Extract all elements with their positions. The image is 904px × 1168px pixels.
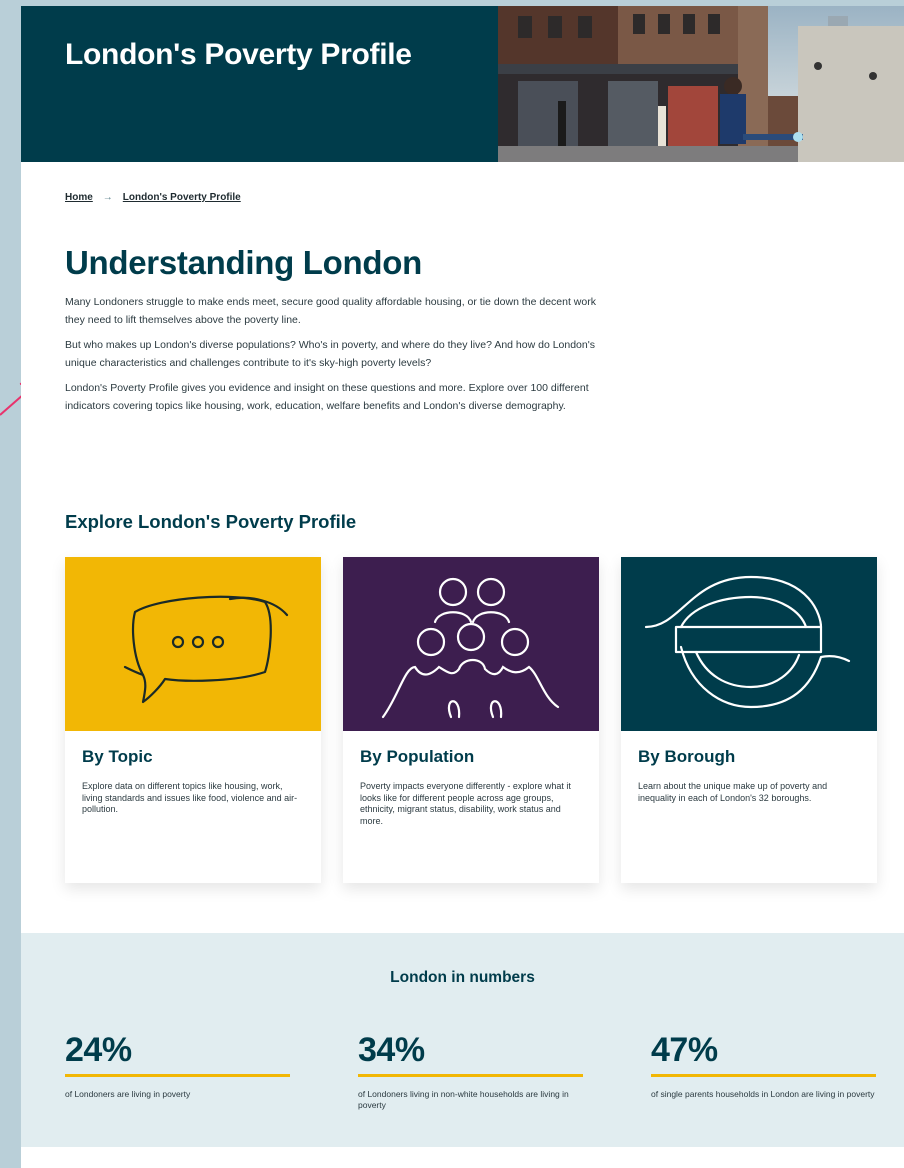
page: London's Poverty Profile Home → London's… (21, 6, 904, 1168)
stat-value: 24% (65, 1031, 132, 1069)
intro-paragraph: London's Poverty Profile gives you evide… (65, 382, 589, 412)
london-roundel-icon (644, 575, 851, 709)
breadcrumb-home-link[interactable]: Home (65, 192, 93, 203)
stat-value: 47% (651, 1031, 718, 1069)
card-by-population[interactable]: By Population Poverty impacts everyone d… (343, 557, 599, 883)
explore-section-title: Explore London's Poverty Profile (65, 511, 357, 532)
people-group-icon (381, 577, 560, 719)
card-image (621, 557, 877, 731)
stat-text: of single parents households in London a… (651, 1089, 875, 1099)
card-by-topic[interactable]: By Topic Explore data on different topic… (65, 557, 321, 883)
numbers-section: London in numbers 24% of Londoners are l… (21, 933, 904, 1147)
card-text: Poverty impacts everyone differently - e… (360, 781, 571, 826)
card-image (343, 557, 599, 731)
intro-text: Many Londoners struggle to make ends mee… (65, 294, 605, 423)
stat-text: of Londoners are living in poverty (65, 1089, 191, 1099)
stat-divider (65, 1074, 290, 1077)
stat-text: of Londoners living in non-white househo… (358, 1089, 569, 1110)
street-photo (498, 6, 904, 162)
stat-item: 34% of Londoners living in non-white hou… (358, 1031, 583, 1110)
breadcrumb-current-link[interactable]: London's Poverty Profile (123, 192, 241, 203)
intro-paragraph: But who makes up London's diverse popula… (65, 339, 595, 369)
stat-item: 47% of single parents households in Lond… (651, 1031, 876, 1100)
breadcrumb: Home → London's Poverty Profile (65, 192, 241, 203)
card-text: Explore data on different topics like ho… (82, 781, 298, 814)
arrow-right-icon: → (102, 192, 113, 203)
hero-title: London's Poverty Profile (65, 38, 412, 71)
card-title: By Topic (82, 747, 153, 766)
stat-item: 24% of Londoners are living in poverty (65, 1031, 290, 1100)
card-image (65, 557, 321, 731)
numbers-title: London in numbers (390, 969, 535, 986)
speech-bubble-icon (123, 595, 289, 704)
stat-divider (651, 1074, 876, 1077)
hero-banner: London's Poverty Profile (21, 6, 904, 162)
intro-paragraph: Many Londoners struggle to make ends mee… (65, 296, 596, 326)
page-title: Understanding London (65, 244, 422, 281)
card-text: Learn about the unique make up of povert… (638, 781, 828, 803)
card-by-borough[interactable]: By Borough Learn about the unique make u… (621, 557, 877, 883)
stat-divider (358, 1074, 583, 1077)
stat-value: 34% (358, 1031, 425, 1069)
card-title: By Borough (638, 747, 736, 766)
card-title: By Population (360, 747, 475, 766)
explore-cards: By Topic Explore data on different topic… (65, 557, 877, 883)
